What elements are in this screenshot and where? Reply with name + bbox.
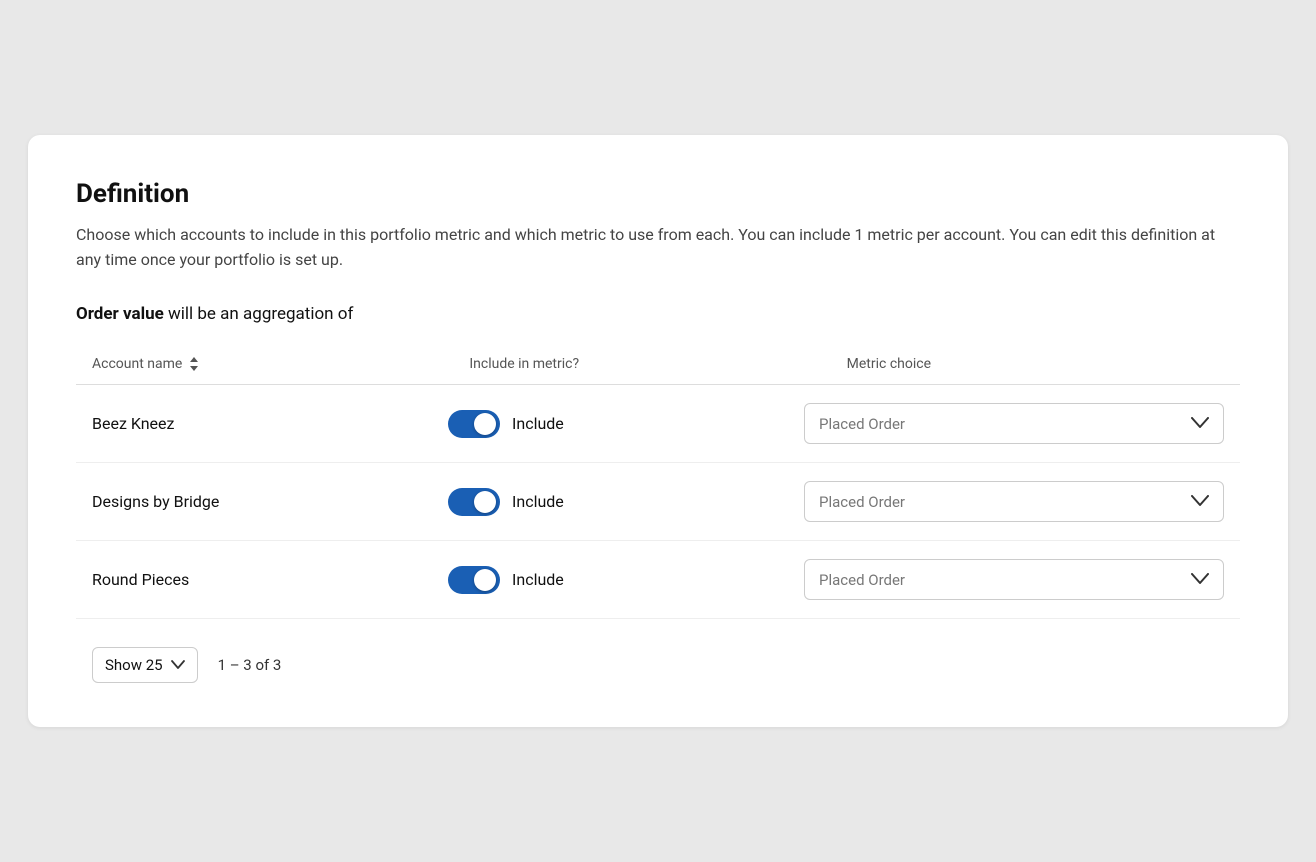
toggle-round-pieces[interactable] <box>448 566 500 594</box>
toggle-cell-round-pieces: Include <box>448 566 804 594</box>
metric-value-round-pieces: Placed Order <box>819 571 905 589</box>
toggle-thumb <box>474 413 496 435</box>
header-include-in-metric: Include in metric? <box>469 356 846 372</box>
show-select[interactable]: Show 25 <box>92 647 198 683</box>
toggle-cell-beez-kneez: Include <box>448 410 804 438</box>
include-label-designs-bridge: Include <box>512 492 564 511</box>
pagination-info: 1 – 3 of 3 <box>218 656 282 674</box>
section-description: Choose which accounts to include in this… <box>76 223 1236 273</box>
page-title: Definition <box>76 179 1240 209</box>
table-row: Beez Kneez Include Placed Order <box>76 385 1240 463</box>
accounts-table: Account name Include in metric? Metric c… <box>76 348 1240 619</box>
toggle-beez-kneez[interactable] <box>448 410 500 438</box>
metric-select-round-pieces[interactable]: Placed Order <box>804 559 1224 600</box>
toggle-thumb <box>474 491 496 513</box>
account-name-beez-kneez: Beez Kneez <box>92 414 448 433</box>
toggle-track <box>448 488 500 516</box>
toggle-track <box>448 410 500 438</box>
toggle-cell-designs-bridge: Include <box>448 488 804 516</box>
toggle-thumb <box>474 569 496 591</box>
metric-select-designs-bridge[interactable]: Placed Order <box>804 481 1224 522</box>
include-label-round-pieces: Include <box>512 570 564 589</box>
chevron-down-icon <box>1191 492 1209 511</box>
header-account-name: Account name <box>92 356 469 372</box>
aggregation-label: Order value will be an aggregation of <box>76 304 1240 324</box>
chevron-down-icon <box>1191 570 1209 589</box>
header-metric-choice: Metric choice <box>847 356 1224 372</box>
show-select-chevron-icon <box>171 657 185 673</box>
include-label-beez-kneez: Include <box>512 414 564 433</box>
pagination-row: Show 25 1 – 3 of 3 <box>76 647 1240 683</box>
sort-icon[interactable] <box>188 356 200 372</box>
table-header: Account name Include in metric? Metric c… <box>76 348 1240 385</box>
metric-value-beez-kneez: Placed Order <box>819 415 905 433</box>
account-name-designs-bridge: Designs by Bridge <box>92 492 448 511</box>
chevron-down-icon <box>1191 414 1209 433</box>
show-select-label: Show 25 <box>105 656 163 674</box>
aggregation-label-rest: will be an aggregation of <box>164 304 354 324</box>
aggregation-label-bold: Order value <box>76 304 164 324</box>
toggle-designs-bridge[interactable] <box>448 488 500 516</box>
account-name-round-pieces: Round Pieces <box>92 570 448 589</box>
metric-select-beez-kneez[interactable]: Placed Order <box>804 403 1224 444</box>
table-row: Round Pieces Include Placed Order <box>76 541 1240 619</box>
table-row: Designs by Bridge Include Placed Order <box>76 463 1240 541</box>
metric-value-designs-bridge: Placed Order <box>819 493 905 511</box>
definition-card: Definition Choose which accounts to incl… <box>28 135 1288 728</box>
toggle-track <box>448 566 500 594</box>
